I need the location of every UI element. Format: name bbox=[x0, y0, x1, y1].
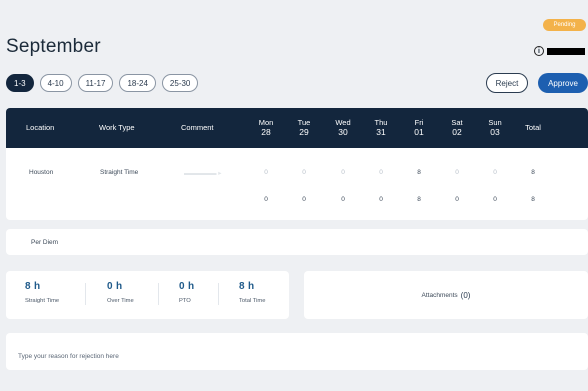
hour-cell[interactable]: 8 bbox=[411, 169, 427, 176]
summary-label: PTO bbox=[179, 298, 191, 304]
summary-value: 8 h bbox=[25, 281, 41, 292]
page-title: September bbox=[6, 36, 101, 57]
header-day-fri: Fri 01 bbox=[407, 118, 431, 137]
header-day-sun: Sun 03 bbox=[483, 118, 507, 137]
day-date: 28 bbox=[261, 126, 271, 137]
day-date: 31 bbox=[376, 126, 386, 137]
hour-cell[interactable]: 0 bbox=[296, 169, 312, 176]
summary-label: Total Time bbox=[239, 298, 266, 304]
week-pill-25-30[interactable]: 25-30 bbox=[161, 74, 199, 92]
week-pill-18-24[interactable]: 18-24 bbox=[119, 74, 156, 92]
summary-pto: 0 h PTO bbox=[179, 281, 194, 304]
summary-label: Straight Time bbox=[25, 298, 60, 304]
hour-cell[interactable]: 0 bbox=[487, 169, 503, 176]
hour-cell[interactable]: 0 bbox=[335, 169, 351, 176]
week-selector: 1-3 4-10 11-17 18-24 25-30 bbox=[6, 74, 199, 92]
per-diem-label: Per Diem bbox=[31, 238, 59, 246]
grand-total: 8 bbox=[531, 196, 535, 203]
day-total: 0 bbox=[455, 196, 459, 203]
day-date: 03 bbox=[490, 126, 500, 137]
day-date: 02 bbox=[452, 126, 462, 137]
summary-straight-time: 8 h Straight Time bbox=[25, 281, 59, 304]
info-area: i bbox=[534, 46, 585, 56]
row-work-type: Straight Time bbox=[100, 169, 139, 176]
summary-value: 0 h bbox=[107, 281, 123, 292]
header-work-type: Work Type bbox=[99, 123, 135, 132]
reject-button[interactable]: Reject bbox=[486, 73, 528, 93]
header-day-wed: Wed 30 bbox=[331, 118, 355, 137]
row-location: Houston bbox=[29, 169, 54, 176]
header-total: Total bbox=[525, 123, 541, 132]
day-total: 0 bbox=[302, 196, 306, 203]
rejection-reason-box bbox=[6, 333, 588, 370]
day-date: 29 bbox=[299, 126, 309, 137]
day-total: 0 bbox=[264, 196, 268, 203]
header-day-tue: Tue 29 bbox=[292, 118, 316, 137]
divider bbox=[218, 283, 219, 305]
day-date: 01 bbox=[414, 126, 424, 137]
redacted-name bbox=[547, 47, 585, 55]
day-total: 0 bbox=[341, 196, 345, 203]
grid-header: Location Work Type Comment Mon 28 Tue 29… bbox=[6, 108, 588, 148]
attachments-panel[interactable]: Attachments (0) bbox=[304, 271, 588, 319]
rejection-reason-input[interactable] bbox=[18, 353, 576, 360]
header-comment: Comment bbox=[181, 123, 214, 132]
hour-cell[interactable]: 0 bbox=[373, 169, 389, 176]
approve-button[interactable]: Approve bbox=[538, 73, 588, 93]
header-location: Location bbox=[26, 123, 55, 132]
timesheet-grid: Location Work Type Comment Mon 28 Tue 29… bbox=[6, 108, 588, 220]
week-pill-4-10[interactable]: 4-10 bbox=[39, 74, 72, 92]
hour-cell[interactable]: 0 bbox=[449, 169, 465, 176]
comment-field[interactable]: ▬▬▬▬▬ ▸ bbox=[184, 169, 222, 177]
attachments-label: Attachments bbox=[421, 291, 458, 299]
status-badge: Pending bbox=[543, 19, 586, 31]
header-day-sat: Sat 02 bbox=[445, 118, 469, 137]
info-circle-icon[interactable]: i bbox=[534, 46, 544, 56]
divider bbox=[158, 283, 159, 305]
hours-summary: 8 h Straight Time 0 h Over Time 0 h PTO … bbox=[6, 271, 289, 319]
day-total: 0 bbox=[493, 196, 497, 203]
summary-value: 0 h bbox=[179, 281, 195, 292]
attachments-count: (0) bbox=[460, 290, 471, 300]
day-total: 8 bbox=[417, 196, 421, 203]
day-total: 0 bbox=[379, 196, 383, 203]
summary-label: Over Time bbox=[107, 298, 134, 304]
week-pill-11-17[interactable]: 11-17 bbox=[77, 74, 114, 92]
summary-over-time: 0 h Over Time bbox=[107, 281, 134, 304]
header-day-thu: Thu 31 bbox=[369, 118, 393, 137]
per-diem-row[interactable]: Per Diem bbox=[6, 229, 588, 255]
header-day-mon: Mon 28 bbox=[254, 118, 278, 137]
week-pill-1-3[interactable]: 1-3 bbox=[6, 74, 34, 92]
summary-total-time: 8 h Total Time bbox=[239, 281, 265, 304]
divider bbox=[85, 283, 86, 305]
hour-cell[interactable]: 0 bbox=[258, 169, 274, 176]
row-total: 8 bbox=[531, 169, 535, 176]
summary-value: 8 h bbox=[239, 281, 255, 292]
day-date: 30 bbox=[338, 126, 348, 137]
